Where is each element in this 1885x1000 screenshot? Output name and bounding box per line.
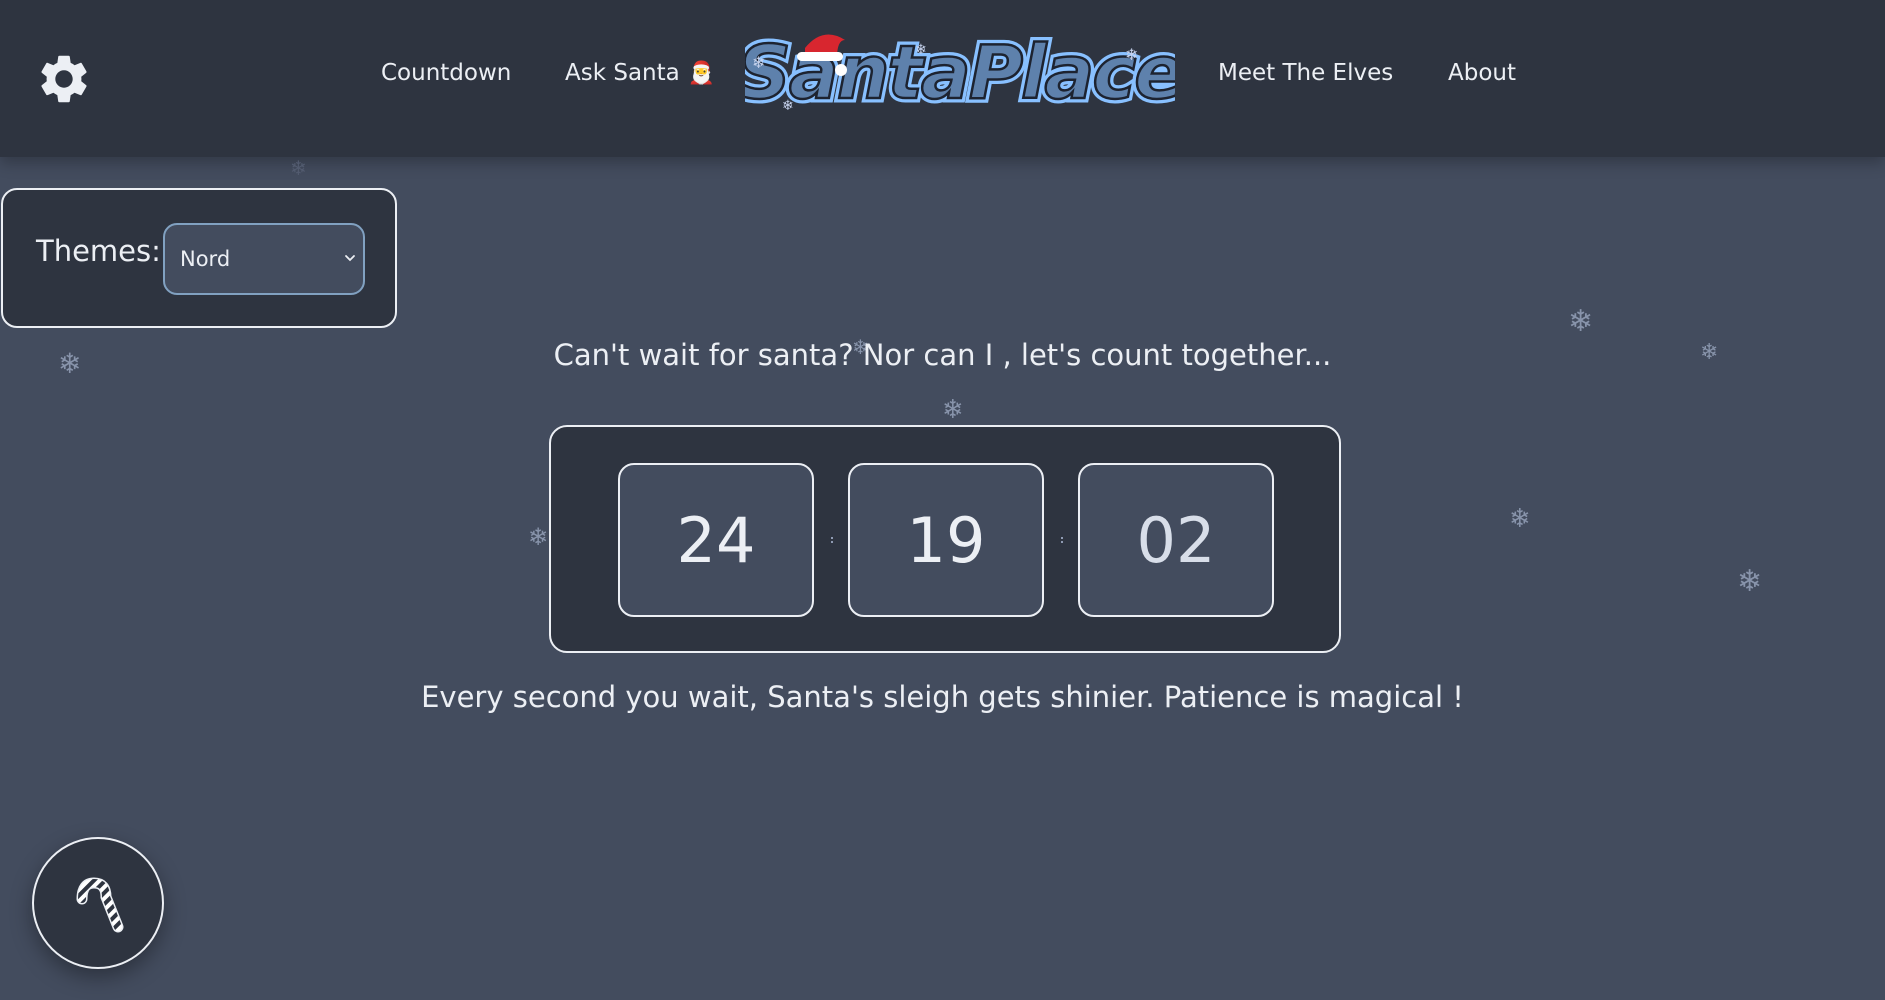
theme-selector-panel: Themes: Nord <box>1 188 397 328</box>
theme-select-value: Nord <box>180 247 231 271</box>
countdown-timer: 24 19 02 <box>549 425 1341 653</box>
countdown-seconds-value: 02 <box>1136 503 1216 577</box>
nav-link-about-label: About <box>1448 60 1517 86</box>
snowflake-icon: ❄ <box>1737 564 1763 599</box>
nav-link-ask-santa[interactable]: Ask Santa 🎅 <box>565 58 715 89</box>
santa-emoji-icon: 🎅 <box>687 61 716 86</box>
site-header: Countdown Ask Santa 🎅 SantaPlace SantaPla… <box>0 0 1885 157</box>
svg-text:❄: ❄ <box>915 42 927 58</box>
nav-link-meet-the-elves-label: Meet The Elves <box>1218 60 1394 86</box>
countdown-tagline: Can't wait for santa? Nor can I , let's … <box>553 338 1332 372</box>
countdown-subline: Every second you wait, Santa's sleigh ge… <box>421 680 1464 714</box>
nav-link-meet-the-elves[interactable]: Meet The Elves <box>1218 58 1393 88</box>
time-separator <box>1061 537 1064 543</box>
svg-text:❄: ❄ <box>782 98 794 114</box>
countdown-minutes-value: 19 <box>906 503 986 577</box>
time-separator <box>831 537 834 543</box>
countdown-seconds: 02 <box>1078 463 1274 617</box>
snowflake-icon: ❄ <box>290 156 307 180</box>
svg-text:❄: ❄ <box>1125 45 1138 64</box>
site-logo[interactable]: SantaPlace SantaPlace ❄ ❄ ❄ ❄ <box>733 26 1189 122</box>
gear-icon[interactable] <box>35 50 93 108</box>
chevron-down-icon <box>343 248 357 268</box>
nav-link-countdown[interactable]: Countdown <box>381 58 511 88</box>
countdown-minutes: 19 <box>848 463 1044 617</box>
nav-link-countdown-label: Countdown <box>381 60 512 86</box>
svg-text:❄: ❄ <box>752 53 765 72</box>
snowflake-icon: ❄ <box>528 523 549 551</box>
snowflake-icon: ❄ <box>1509 504 1531 534</box>
nav-link-ask-santa-label: Ask Santa <box>565 60 680 86</box>
svg-text:SantaPlace: SantaPlace <box>745 30 1175 116</box>
nav-link-about[interactable]: About <box>1448 58 1516 88</box>
themes-label: Themes: <box>36 234 161 268</box>
countdown-hours-value: 24 <box>676 503 756 577</box>
theme-select[interactable]: Nord <box>163 223 365 295</box>
snowflake-icon: ❄ <box>942 395 964 425</box>
candy-cane-button[interactable] <box>32 837 164 969</box>
snowflake-icon: ❄ <box>1568 304 1594 339</box>
countdown-hours: 24 <box>618 463 814 617</box>
